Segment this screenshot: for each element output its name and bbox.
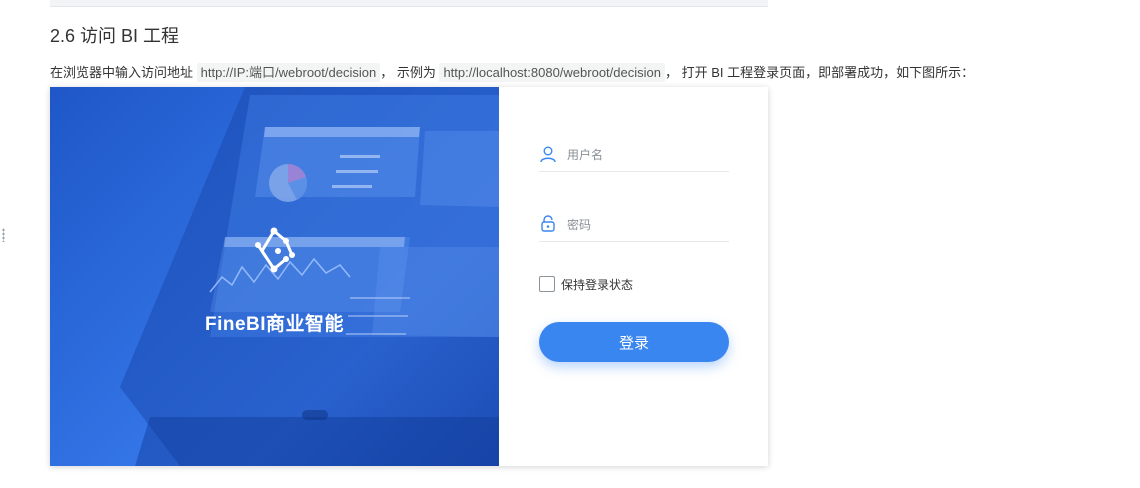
- intro-paragraph: 在浏览器中输入访问地址 http://IP:端口/webroot/decisio…: [50, 62, 975, 82]
- login-screenshot-figure: FineBI商业智能 保持登录状态 登录: [50, 87, 768, 466]
- drag-handle-icon[interactable]: [2, 228, 5, 242]
- tablet-illustration: [120, 87, 499, 466]
- section-heading: 2.6 访问 BI 工程: [50, 26, 180, 46]
- lock-icon: [541, 215, 555, 232]
- brand-hero-panel: FineBI商业智能: [50, 87, 499, 466]
- password-field: [539, 211, 729, 242]
- intro-prefix: 在浏览器中输入访问地址: [50, 65, 197, 80]
- intro-middle: ， 示例为: [380, 65, 440, 80]
- example-code: http://localhost:8080/webroot/decision: [439, 63, 665, 82]
- brand-name: FineBI商业智能: [204, 314, 345, 335]
- address-code: http://IP:端口/webroot/decision: [196, 63, 381, 82]
- finebi-logo-icon: [255, 227, 295, 273]
- password-input[interactable]: [565, 213, 729, 237]
- checkbox-box[interactable]: [539, 276, 555, 292]
- login-button[interactable]: 登录: [539, 322, 729, 362]
- username-field: [539, 141, 729, 172]
- user-icon: [540, 146, 556, 163]
- previous-figure-edge: [50, 0, 768, 7]
- login-form: 保持登录状态 登录: [499, 87, 768, 466]
- username-input[interactable]: [565, 143, 729, 167]
- intro-suffix: ， 打开 BI 工程登录页面，即部署成功，如下图所示：: [664, 65, 975, 80]
- remember-login-label: 保持登录状态: [561, 278, 634, 292]
